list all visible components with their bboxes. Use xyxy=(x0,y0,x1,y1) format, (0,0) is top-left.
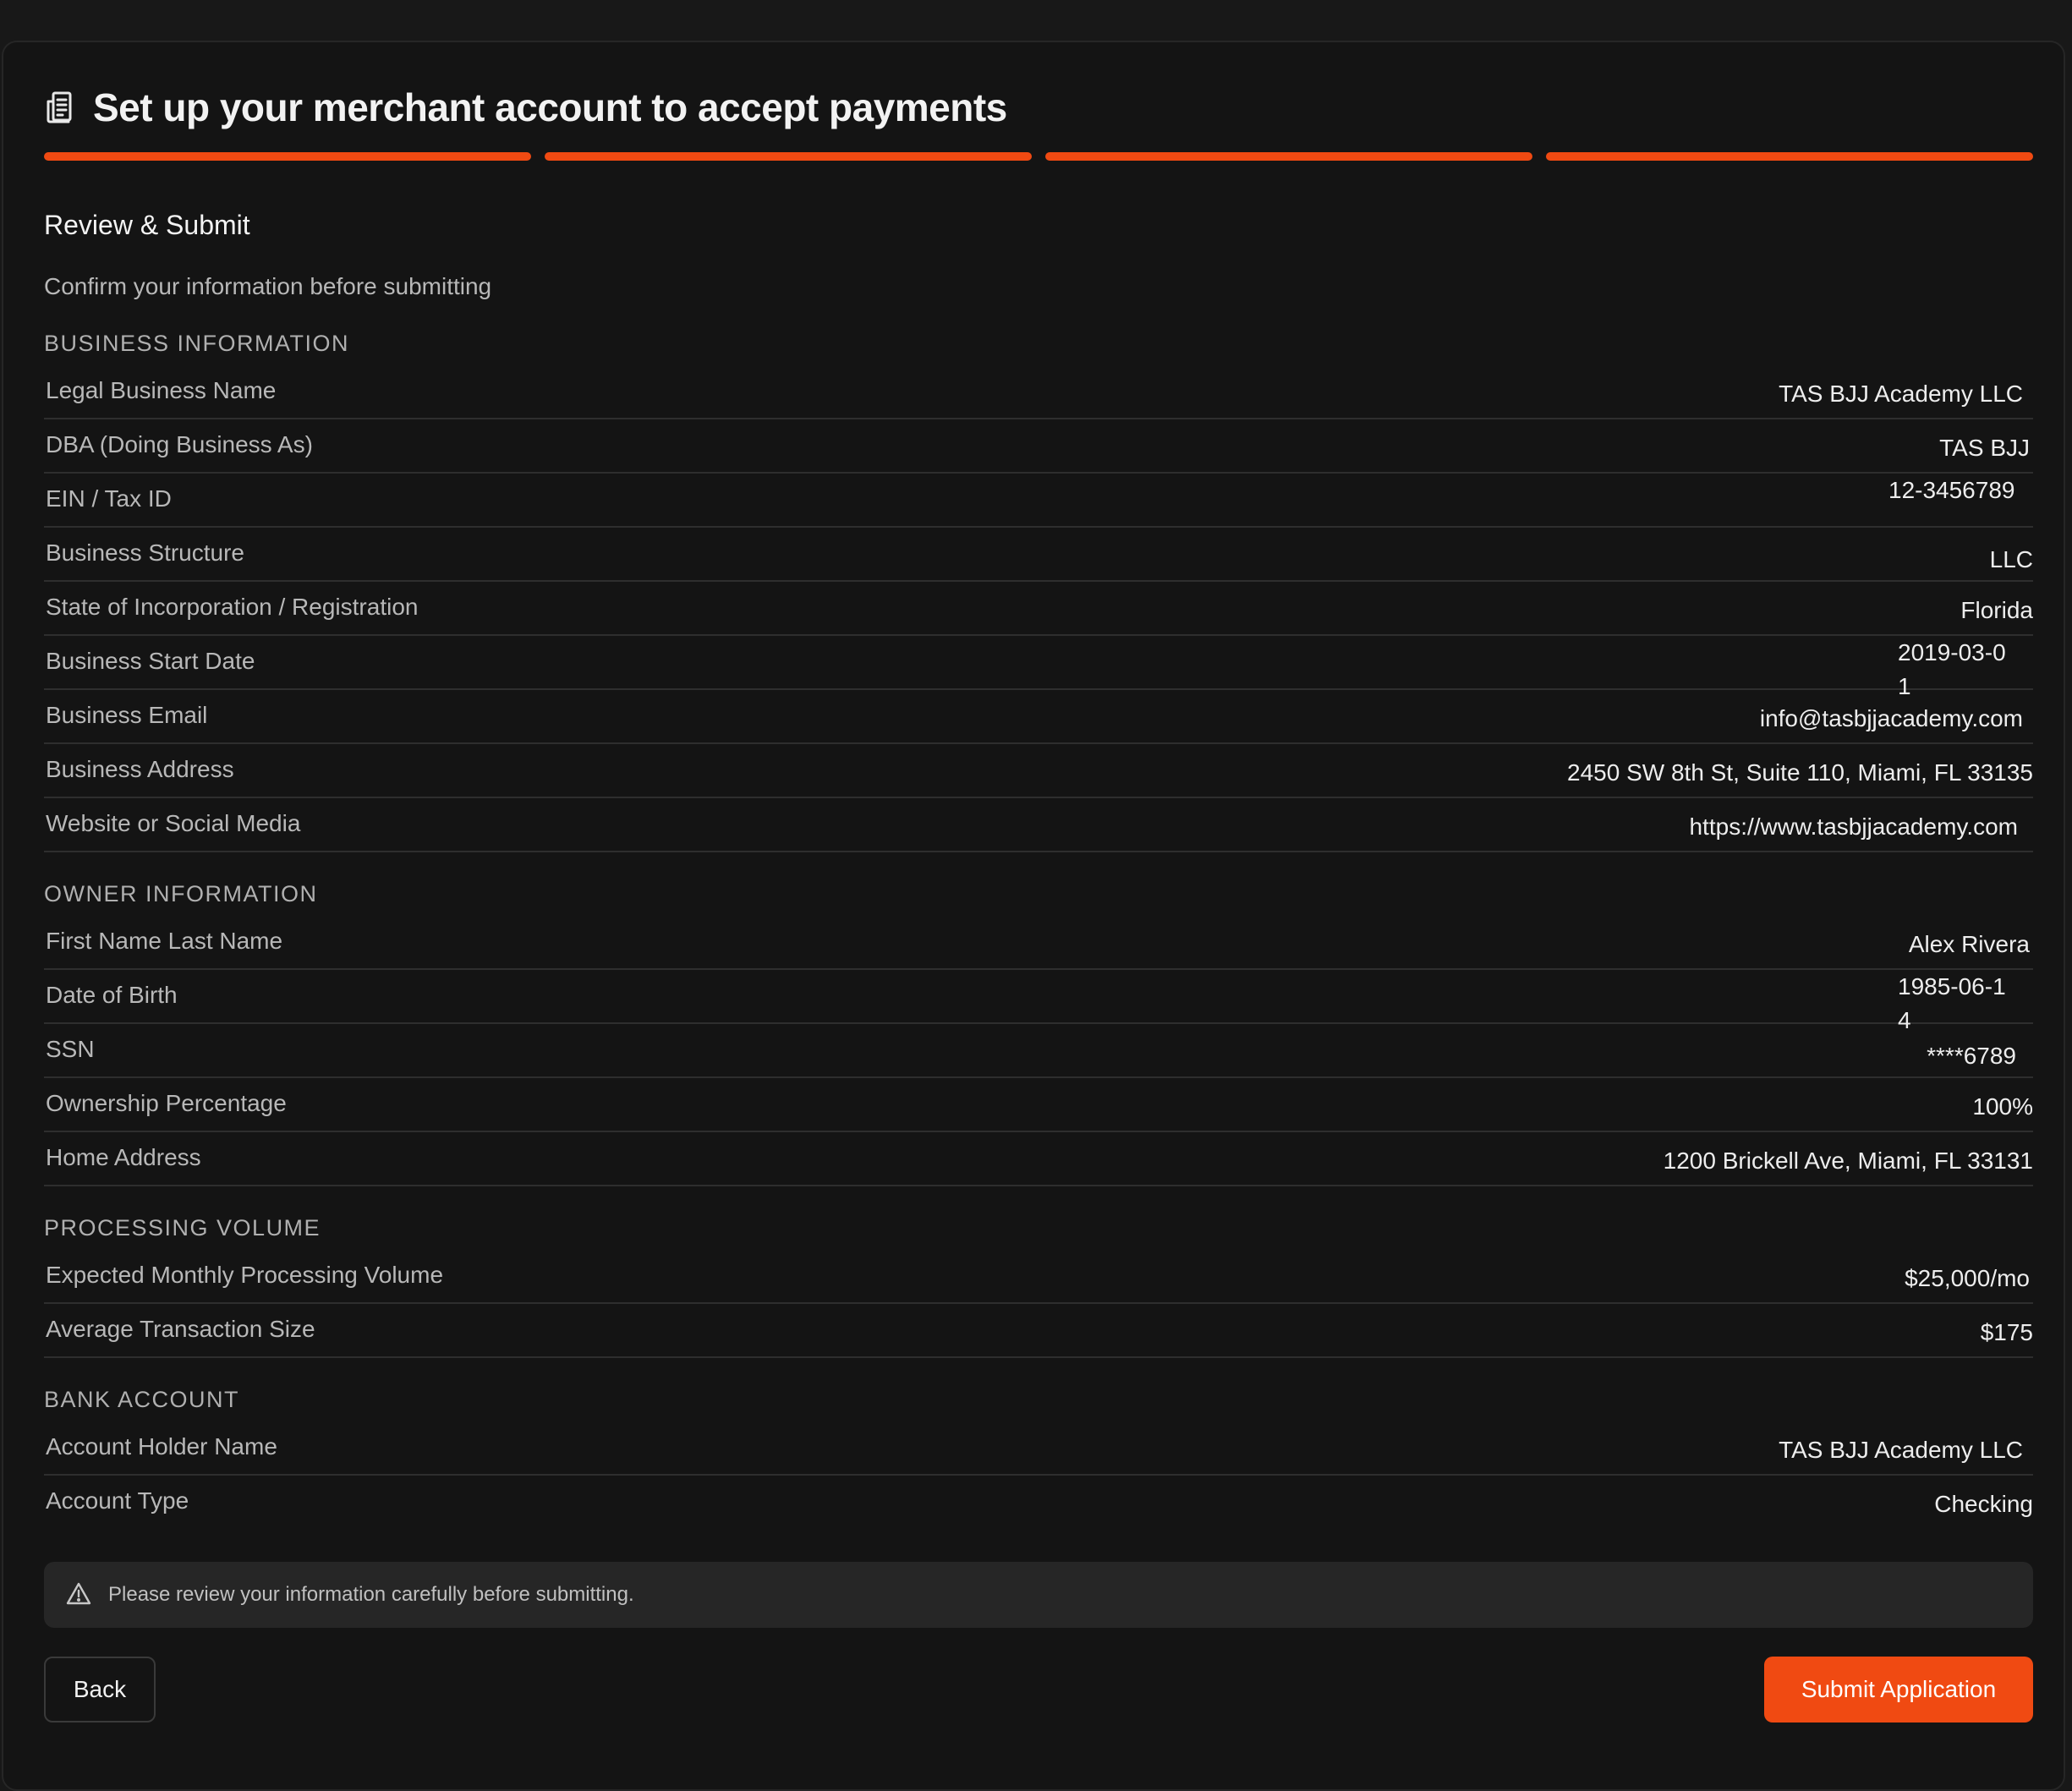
row-value: TAS BJJ Academy LLC xyxy=(1779,381,2023,407)
progress-segment-2 xyxy=(545,152,1032,161)
row-label: First Name Last Name xyxy=(46,928,283,954)
row-label: Website or Social Media xyxy=(46,810,301,836)
row-value: Checking xyxy=(1934,1491,2033,1517)
row-label: Business Start Date xyxy=(46,648,255,674)
row-label: Legal Business Name xyxy=(46,377,277,403)
row-label: SSN xyxy=(46,1036,95,1062)
step-title: Review & Submit xyxy=(44,210,250,240)
warning-icon xyxy=(66,1582,91,1608)
action-bar: Back Submit Application xyxy=(44,1657,2033,1724)
row-value: $175 xyxy=(1980,1319,2033,1345)
review-row: Account Holder Name TAS BJJ Academy LLC xyxy=(44,1421,2033,1476)
page-header: Set up your merchant account to accept p… xyxy=(44,83,2033,132)
card-content: Set up your merchant account to accept p… xyxy=(44,83,2033,1724)
review-row: Legal Business Name TAS BJJ Academy LLC xyxy=(44,365,2033,419)
section-heading-bank: BANK ACCOUNT xyxy=(44,1387,240,1412)
review-row: Business Address 2450 SW 8th St, Suite 1… xyxy=(44,744,2033,798)
submit-application-button[interactable]: Submit Application xyxy=(1764,1657,2033,1723)
review-row: EIN / Tax ID 12-3456789 xyxy=(44,474,2033,528)
row-value: ****6789 xyxy=(1927,1043,2016,1069)
review-row: SSN ****6789 xyxy=(44,1024,2033,1078)
review-notice: Please review your information carefully… xyxy=(44,1562,2033,1628)
review-row: First Name Last Name Alex Rivera xyxy=(44,916,2033,970)
review-row: DBA (Doing Business As) TAS BJJ xyxy=(44,419,2033,474)
review-row: Date of Birth 1985-06-14 xyxy=(44,970,2033,1033)
row-label: Date of Birth xyxy=(46,982,178,1008)
row-label: Business Address xyxy=(46,756,234,782)
document-icon xyxy=(44,90,78,124)
volume-info-list: Expected Monthly Processing Volume $25,0… xyxy=(44,1250,2033,1358)
row-label: DBA (Doing Business As) xyxy=(46,431,313,457)
section-heading-owner: OWNER INFORMATION xyxy=(44,881,318,906)
review-row: Business Structure LLC xyxy=(44,528,2033,582)
progress-segment-4 xyxy=(1546,152,2033,161)
row-value: 2450 SW 8th St, Suite 110, Miami, FL 331… xyxy=(1567,759,2033,786)
review-row: Expected Monthly Processing Volume $25,0… xyxy=(44,1250,2033,1304)
row-label: Account Holder Name xyxy=(46,1433,277,1460)
progress-segment-1 xyxy=(44,152,531,161)
row-label: Account Type xyxy=(46,1487,189,1514)
back-button[interactable]: Back xyxy=(44,1657,156,1723)
review-row: Business Email info@tasbjjacademy.com xyxy=(44,690,2033,744)
review-row: Business Start Date 2019-03-01 xyxy=(44,636,2033,699)
review-row: Website or Social Media https://www.tasb… xyxy=(44,798,2033,852)
page-title: Set up your merchant account to accept p… xyxy=(93,85,1007,129)
row-value: info@tasbjjacademy.com xyxy=(1759,705,2023,731)
row-label: EIN / Tax ID xyxy=(46,485,172,512)
row-label: Home Address xyxy=(46,1144,201,1170)
row-label: Ownership Percentage xyxy=(46,1090,287,1116)
merchant-setup-card: Set up your merchant account to accept p… xyxy=(2,41,2065,1791)
business-info-list: Legal Business Name TAS BJJ Academy LLC … xyxy=(44,365,2033,852)
notice-text: Please review your information carefully… xyxy=(108,1583,634,1606)
row-value: 1200 Brickell Ave, Miami, FL 33131 xyxy=(1663,1147,2033,1174)
row-value: Florida xyxy=(1960,597,2033,623)
step-subtitle: Confirm your information before submitti… xyxy=(44,273,492,299)
row-value: LLC xyxy=(1989,546,2033,572)
row-label: Expected Monthly Processing Volume xyxy=(46,1262,444,1288)
review-row: State of Incorporation / Registration Fl… xyxy=(44,582,2033,636)
section-heading-business: BUSINESS INFORMATION xyxy=(44,331,350,356)
row-label: Business Email xyxy=(46,702,208,728)
owner-info-list: First Name Last Name Alex Rivera Date of… xyxy=(44,916,2033,1186)
row-value: Alex Rivera xyxy=(1908,931,2030,957)
row-value: TAS BJJ Academy LLC xyxy=(1779,1437,2023,1463)
review-row: Account Type Checking xyxy=(44,1476,2033,1530)
review-row: Home Address 1200 Brickell Ave, Miami, F… xyxy=(44,1132,2033,1186)
review-row: Ownership Percentage 100% xyxy=(44,1078,2033,1132)
bank-info-list: Account Holder Name TAS BJJ Academy LLC … xyxy=(44,1421,2033,1530)
row-value: 12-3456789 xyxy=(1888,477,2015,503)
row-label: Business Structure xyxy=(46,539,244,566)
section-heading-volume: PROCESSING VOLUME xyxy=(44,1215,321,1241)
row-value: https://www.tasbjjacademy.com xyxy=(1689,813,2018,840)
row-value: 100% xyxy=(1972,1093,2033,1120)
progress-bar xyxy=(44,152,2033,161)
row-value: $25,000/mo xyxy=(1905,1265,2030,1291)
review-row: Average Transaction Size $175 xyxy=(44,1304,2033,1358)
row-label: State of Incorporation / Registration xyxy=(46,594,419,620)
row-label: Average Transaction Size xyxy=(46,1316,315,1342)
row-value: TAS BJJ xyxy=(1939,435,2030,461)
progress-segment-3 xyxy=(1045,152,1532,161)
